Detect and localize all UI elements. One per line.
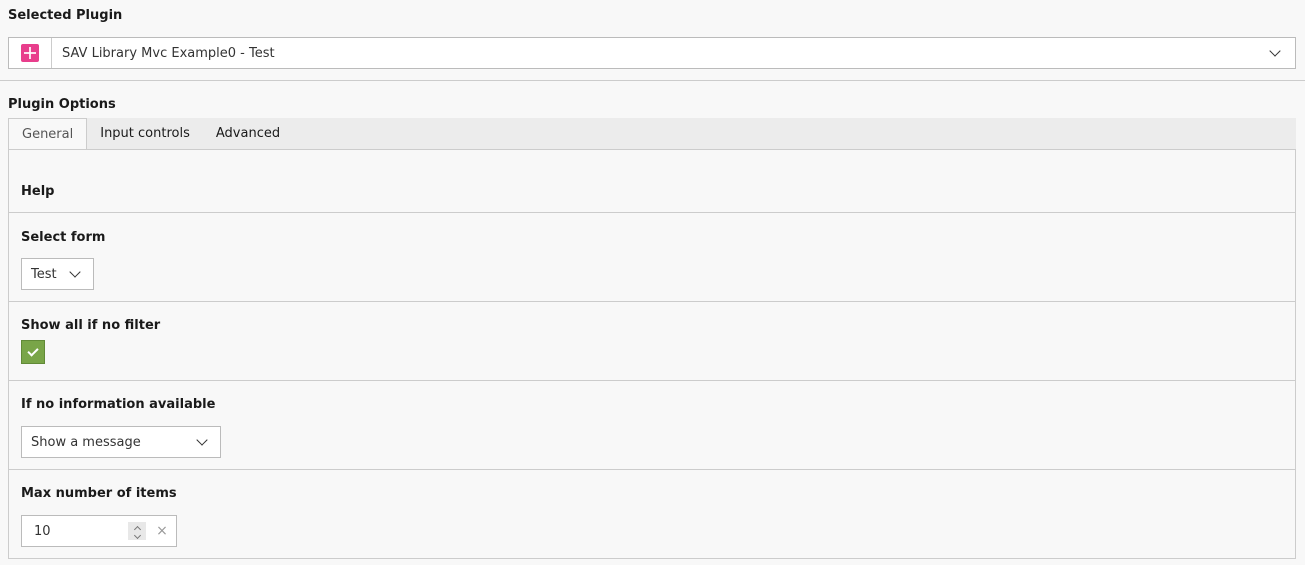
no-info-row: If no information available Show a messa… (9, 381, 1295, 470)
tab-general[interactable]: General (8, 118, 88, 151)
show-all-row: Show all if no filter (9, 302, 1295, 381)
max-items-value[interactable]: 10 (22, 524, 128, 539)
tab-input-controls[interactable]: Input controls (87, 118, 203, 150)
tab-advanced[interactable]: Advanced (203, 118, 293, 150)
plugin-select[interactable]: SAV Library Mvc Example0 - Test (8, 37, 1296, 69)
selected-plugin-label: Selected Plugin (8, 8, 123, 23)
max-items-label: Max number of items (21, 486, 177, 501)
no-info-label: If no information available (21, 397, 216, 412)
plugin-options-label: Plugin Options (8, 97, 116, 112)
select-form-label: Select form (21, 230, 106, 245)
help-label: Help (21, 184, 55, 199)
plugin-select-toggle[interactable] (1255, 45, 1295, 57)
chevron-down-icon (69, 266, 81, 278)
number-spinner[interactable] (128, 522, 146, 540)
plugin-select-value: SAV Library Mvc Example0 - Test (62, 45, 275, 61)
plugin-icon-cell (9, 38, 52, 68)
select-form-row: Select form Test (9, 213, 1295, 302)
show-all-label: Show all if no filter (21, 318, 161, 333)
max-items-input[interactable]: 10 × (21, 515, 177, 547)
no-info-value: Show a message (31, 434, 141, 450)
spinner-down-icon[interactable] (133, 531, 141, 540)
chevron-down-icon (196, 434, 208, 446)
check-icon (27, 344, 39, 357)
clear-icon[interactable]: × (152, 523, 172, 539)
max-items-row: Max number of items 10 × (9, 470, 1295, 559)
no-info-dropdown[interactable]: Show a message (21, 426, 221, 458)
chevron-down-icon (1269, 45, 1281, 57)
options-tabs: General Input controls Advanced (8, 118, 1296, 151)
show-all-checkbox[interactable] (21, 340, 45, 364)
section-divider (0, 80, 1305, 81)
select-form-value: Test (31, 266, 57, 282)
help-row: Help (9, 150, 1295, 213)
plugin-icon (21, 44, 39, 62)
general-tab-panel: Help Select form Test Show all if no fil… (8, 149, 1296, 559)
select-form-dropdown[interactable]: Test (21, 258, 94, 290)
